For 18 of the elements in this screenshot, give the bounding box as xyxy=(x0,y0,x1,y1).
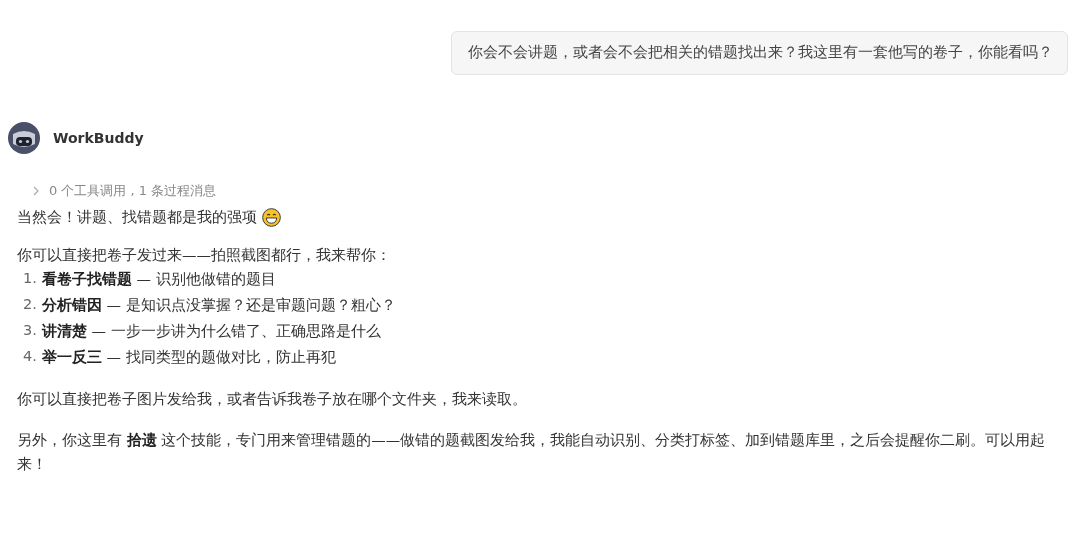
list-item-text: 讲清楚 — 一步一步讲为什么错了、正确思路是什么 xyxy=(41,322,381,341)
user-message: 你会不会讲题，或者会不会把相关的错题找出来？我这里有一套他写的卷子，你能看吗？ xyxy=(451,31,1068,75)
list-item-text: 分析错因 — 是知识点没掌握？还是审题问题？粗心？ xyxy=(41,296,396,315)
list-number: 4. xyxy=(23,348,37,366)
chevron-icon xyxy=(32,186,40,196)
reply-text: 当然会！讲题、找错题都是我的强项 xyxy=(17,208,257,227)
assistant-name: WorkBuddy xyxy=(53,130,144,146)
grinning-face-icon xyxy=(262,208,281,227)
reply-text: 你可以直接把卷子发过来——拍照截图都行，我来帮你： xyxy=(17,246,392,265)
list-item-text: 看卷子找错题 — 识别他做错的题目 xyxy=(41,270,276,289)
reply-text: 你可以直接把卷子图片发给我，或者告诉我卷子放在哪个文件夹，我来读取。 xyxy=(17,390,528,409)
list-number: 1. xyxy=(23,270,37,288)
reply-text: 另外，你这里有 拾遗 这个技能，专门用来管理错题的——做错的题截图发给我，我能自动识别、分类打标签、加到错题库里，之后会提醒你二刷。可以用起来！ xyxy=(17,430,1047,474)
process-summary-toggle[interactable]: 0 个工具调用 , 1 条过程消息 xyxy=(32,182,217,200)
avatar-icon xyxy=(8,122,40,154)
list-number: 3. xyxy=(23,322,37,340)
list-number: 2. xyxy=(23,296,37,314)
list-item-text: 举一反三 — 找同类型的题做对比，防止再犯 xyxy=(41,348,336,367)
